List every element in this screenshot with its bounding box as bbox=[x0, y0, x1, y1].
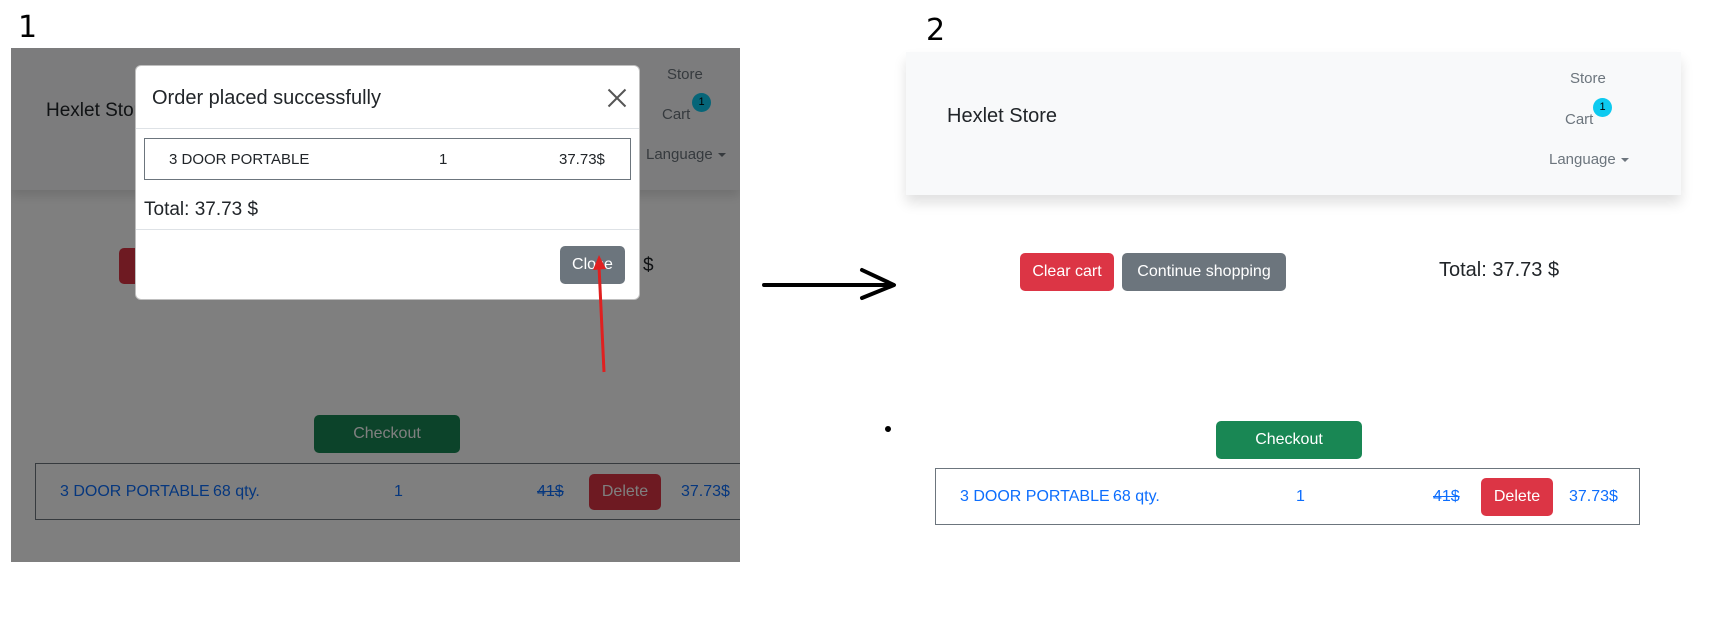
cart-item-old-price: 41$ bbox=[1433, 488, 1460, 505]
navbar: Hexlet Store Store Cart 1 Language bbox=[906, 52, 1681, 195]
step-number-1: 1 bbox=[18, 10, 38, 45]
chevron-down-icon bbox=[1620, 158, 1629, 163]
nav-link-store[interactable]: Store bbox=[1570, 70, 1606, 87]
cart-item-quantity: 1 bbox=[1296, 488, 1305, 505]
cart-item-row: 3 DOOR PORTABLE 68 qty. 1 41$ Delete 37.… bbox=[935, 468, 1640, 525]
nav-link-cart[interactable]: Cart bbox=[1565, 111, 1593, 128]
navbar-brand[interactable]: Hexlet Store bbox=[947, 105, 1057, 128]
cart-count-badge: 1 bbox=[1593, 98, 1612, 117]
language-label: Language bbox=[1549, 151, 1616, 168]
screenshot-after: Hexlet Store Store Cart 1 Language Clear… bbox=[906, 52, 1681, 532]
cart-total: Total: 37.73 $ bbox=[1439, 259, 1560, 281]
continue-shopping-button[interactable]: Continue shopping bbox=[1122, 253, 1286, 291]
cart-item-stock: 68 qty. bbox=[1113, 488, 1160, 505]
step-number-2: 2 bbox=[926, 13, 946, 48]
nav-dropdown-language[interactable]: Language bbox=[1549, 151, 1629, 168]
transition-arrow-icon bbox=[762, 268, 896, 300]
stray-dot bbox=[885, 426, 891, 432]
cart-item-price: 37.73$ bbox=[1569, 488, 1618, 505]
cart-item-name[interactable]: 3 DOOR PORTABLE bbox=[960, 488, 1110, 506]
screenshot-before: Hexlet Store Store Cart 1 Language $ Che… bbox=[11, 48, 740, 562]
delete-item-button[interactable]: Delete bbox=[1481, 478, 1553, 516]
annotation-arrow-up bbox=[593, 255, 606, 373]
clear-cart-button[interactable]: Clear cart bbox=[1020, 253, 1114, 291]
checkout-button[interactable]: Checkout bbox=[1216, 421, 1362, 459]
